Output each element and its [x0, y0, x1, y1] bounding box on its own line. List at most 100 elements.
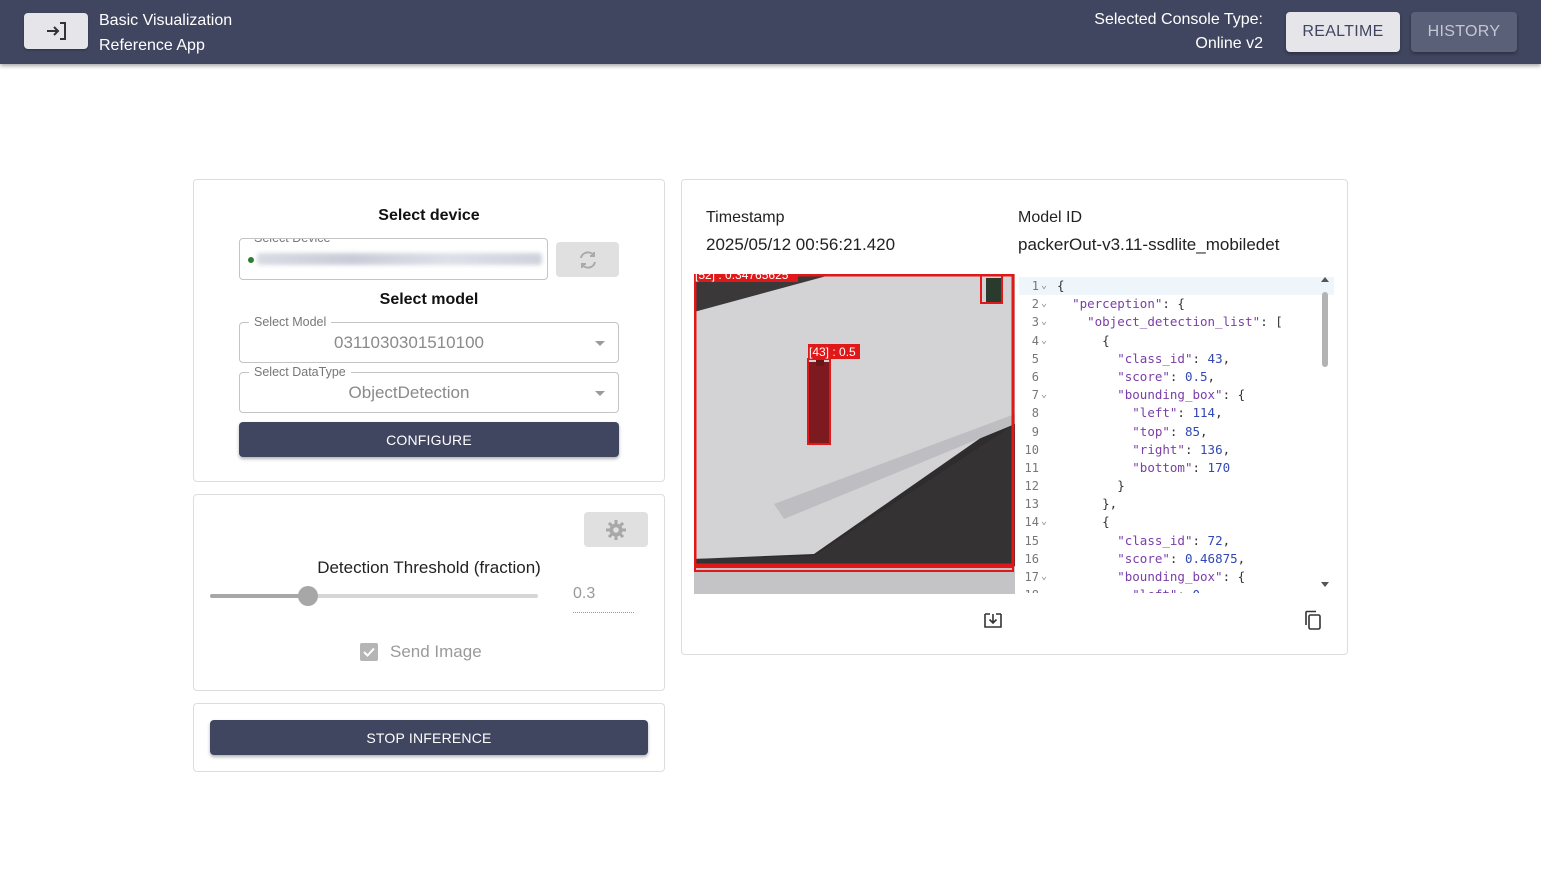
line-number: 11: [1024, 460, 1039, 475]
json-line: 11 "bottom": 170: [1019, 459, 1334, 477]
fold-chevron-icon[interactable]: ⌄: [1041, 513, 1047, 531]
line-number: 16: [1024, 551, 1039, 566]
detection-label-top: [52] : 0.34765625: [695, 274, 789, 282]
json-line: 17 ⌄ "bounding_box": {: [1019, 568, 1334, 586]
json-line: 5 "class_id": 43,: [1019, 350, 1334, 368]
inference-result-card: Timestamp 2025/05/12 00:56:21.420 Model …: [681, 179, 1348, 655]
device-status-dot: [248, 257, 254, 263]
json-code: "score": 0.46875,: [1117, 550, 1246, 566]
json-line: 15 "class_id": 72,: [1019, 532, 1334, 550]
select-model-dropdown[interactable]: Select Model 0311030301510100: [239, 314, 619, 363]
fold-chevron-icon[interactable]: ⌄: [1041, 332, 1047, 350]
json-code: {: [1057, 514, 1110, 530]
fold-chevron-icon[interactable]: ⌄: [1041, 295, 1047, 313]
select-datatype-dropdown[interactable]: Select DataType ObjectDetection: [239, 364, 619, 413]
threshold-card: Detection Threshold (fraction) 0.3 Send …: [193, 494, 665, 691]
json-line: 8 "left": 114,: [1019, 404, 1334, 422]
json-line: 18 "left": 0,: [1019, 586, 1334, 593]
slider-fill: [210, 594, 309, 598]
fold-chevron-icon[interactable]: ⌄: [1041, 386, 1047, 404]
line-number: 15: [1024, 533, 1039, 548]
json-code: "left": 114,: [1132, 405, 1223, 421]
json-code: "top": 85,: [1132, 423, 1208, 439]
model-id-label: Model ID: [1018, 209, 1083, 226]
json-line: 14 ⌄ {: [1019, 513, 1334, 531]
line-number: 9: [1031, 424, 1039, 439]
line-number: 14: [1024, 515, 1039, 530]
line-number: 10: [1024, 442, 1039, 457]
line-number: 4: [1031, 333, 1039, 348]
threshold-label: Detection Threshold (fraction): [317, 558, 541, 577]
json-viewer[interactable]: 1 ⌄{2 ⌄ "perception": {3 ⌄ "object_detectio…: [1019, 277, 1334, 593]
checkbox-checked-icon: [360, 643, 378, 661]
refresh-icon: [579, 250, 596, 269]
json-code: "class_id": 72,: [1117, 532, 1231, 548]
login-icon: [47, 22, 66, 40]
select-model-label: Select Model: [249, 314, 332, 330]
threshold-value-input[interactable]: 0.3: [573, 585, 634, 613]
line-number: 7: [1031, 388, 1039, 403]
camera-frame: [52] : 0.34765625 [43] : 0.5: [694, 274, 1015, 594]
device-id-redacted: [257, 253, 542, 265]
model-id-value: packerOut-v3.11-ssdlite_mobiledet: [1018, 235, 1280, 254]
console-type-value: Online v2: [1195, 35, 1263, 52]
console-type-label: Selected Console Type:: [1094, 11, 1263, 28]
detection-label-bottle: [43] : 0.5: [809, 345, 856, 359]
fold-chevron-icon[interactable]: ⌄: [1041, 568, 1047, 586]
download-button[interactable]: [981, 608, 1005, 632]
json-line: 12 }: [1019, 477, 1334, 495]
chevron-down-icon: [595, 341, 605, 346]
copy-icon: [1305, 610, 1321, 630]
json-code: "bounding_box": {: [1117, 569, 1246, 584]
line-number: 6: [1031, 369, 1039, 384]
download-icon: [984, 613, 1002, 628]
json-code: "right": 136,: [1132, 441, 1231, 457]
configure-button[interactable]: CONFIGURE: [239, 422, 619, 457]
json-line: 16 "score": 0.46875,: [1019, 550, 1334, 568]
line-number: 1: [1031, 279, 1039, 293]
line-number: 13: [1024, 497, 1039, 512]
stop-inference-card: STOP INFERENCE: [193, 703, 665, 772]
line-number: 2: [1031, 297, 1039, 312]
send-image-checkbox[interactable]: Send Image: [360, 642, 482, 662]
stop-inference-button[interactable]: STOP INFERENCE: [210, 720, 648, 755]
slider-thumb[interactable]: [298, 586, 319, 606]
device-config-card: Select device Select Device Select model…: [193, 179, 665, 482]
select-device-label: Select Device: [249, 239, 336, 246]
app-title-line2: Reference App: [99, 37, 205, 54]
select-device-field[interactable]: Select Device: [239, 238, 548, 280]
json-code: "left": 0,: [1057, 586, 1207, 593]
json-code: "perception": {: [1072, 296, 1185, 312]
realtime-button[interactable]: REALTIME: [1286, 12, 1400, 52]
json-code: },: [1057, 496, 1118, 512]
app-header: Basic Visualization Reference App Select…: [0, 0, 1541, 64]
select-model-value: 0311030301510100: [333, 333, 484, 352]
fold-chevron-icon[interactable]: ⌄: [1041, 313, 1047, 331]
select-datatype-value: ObjectDetection: [348, 383, 470, 402]
select-model-title: Select model: [379, 291, 479, 308]
json-code: "object_detection_list": [: [1087, 314, 1283, 330]
gear-icon: [606, 519, 626, 540]
console-type: Selected Console Type: Online v2: [1094, 8, 1263, 56]
refresh-devices-button[interactable]: [556, 242, 619, 277]
threshold-slider[interactable]: [210, 586, 538, 606]
json-scrollbar[interactable]: [1318, 274, 1332, 594]
select-device-title: Select device: [378, 207, 480, 224]
threshold-value: 0.3: [573, 585, 596, 602]
timestamp-value: 2025/05/12 00:56:21.420: [706, 235, 896, 254]
history-button[interactable]: HISTORY: [1411, 12, 1517, 52]
json-code: "class_id": 43,: [1117, 350, 1231, 366]
app-title-line1: Basic Visualization: [99, 12, 233, 29]
json-code: {: [1057, 278, 1065, 293]
json-code: }: [1057, 478, 1125, 494]
copy-button[interactable]: [1301, 608, 1325, 632]
send-image-label: Send Image: [390, 642, 482, 661]
login-button[interactable]: [24, 13, 88, 49]
json-line: 6 "score": 0.5,: [1019, 368, 1334, 386]
settings-button[interactable]: [584, 512, 648, 547]
line-number: 12: [1024, 479, 1039, 494]
select-datatype-label: Select DataType: [249, 364, 351, 380]
fold-chevron-icon[interactable]: ⌄: [1041, 277, 1047, 295]
scroll-thumb[interactable]: [1322, 292, 1328, 367]
json-code: "bounding_box": {: [1117, 387, 1246, 403]
